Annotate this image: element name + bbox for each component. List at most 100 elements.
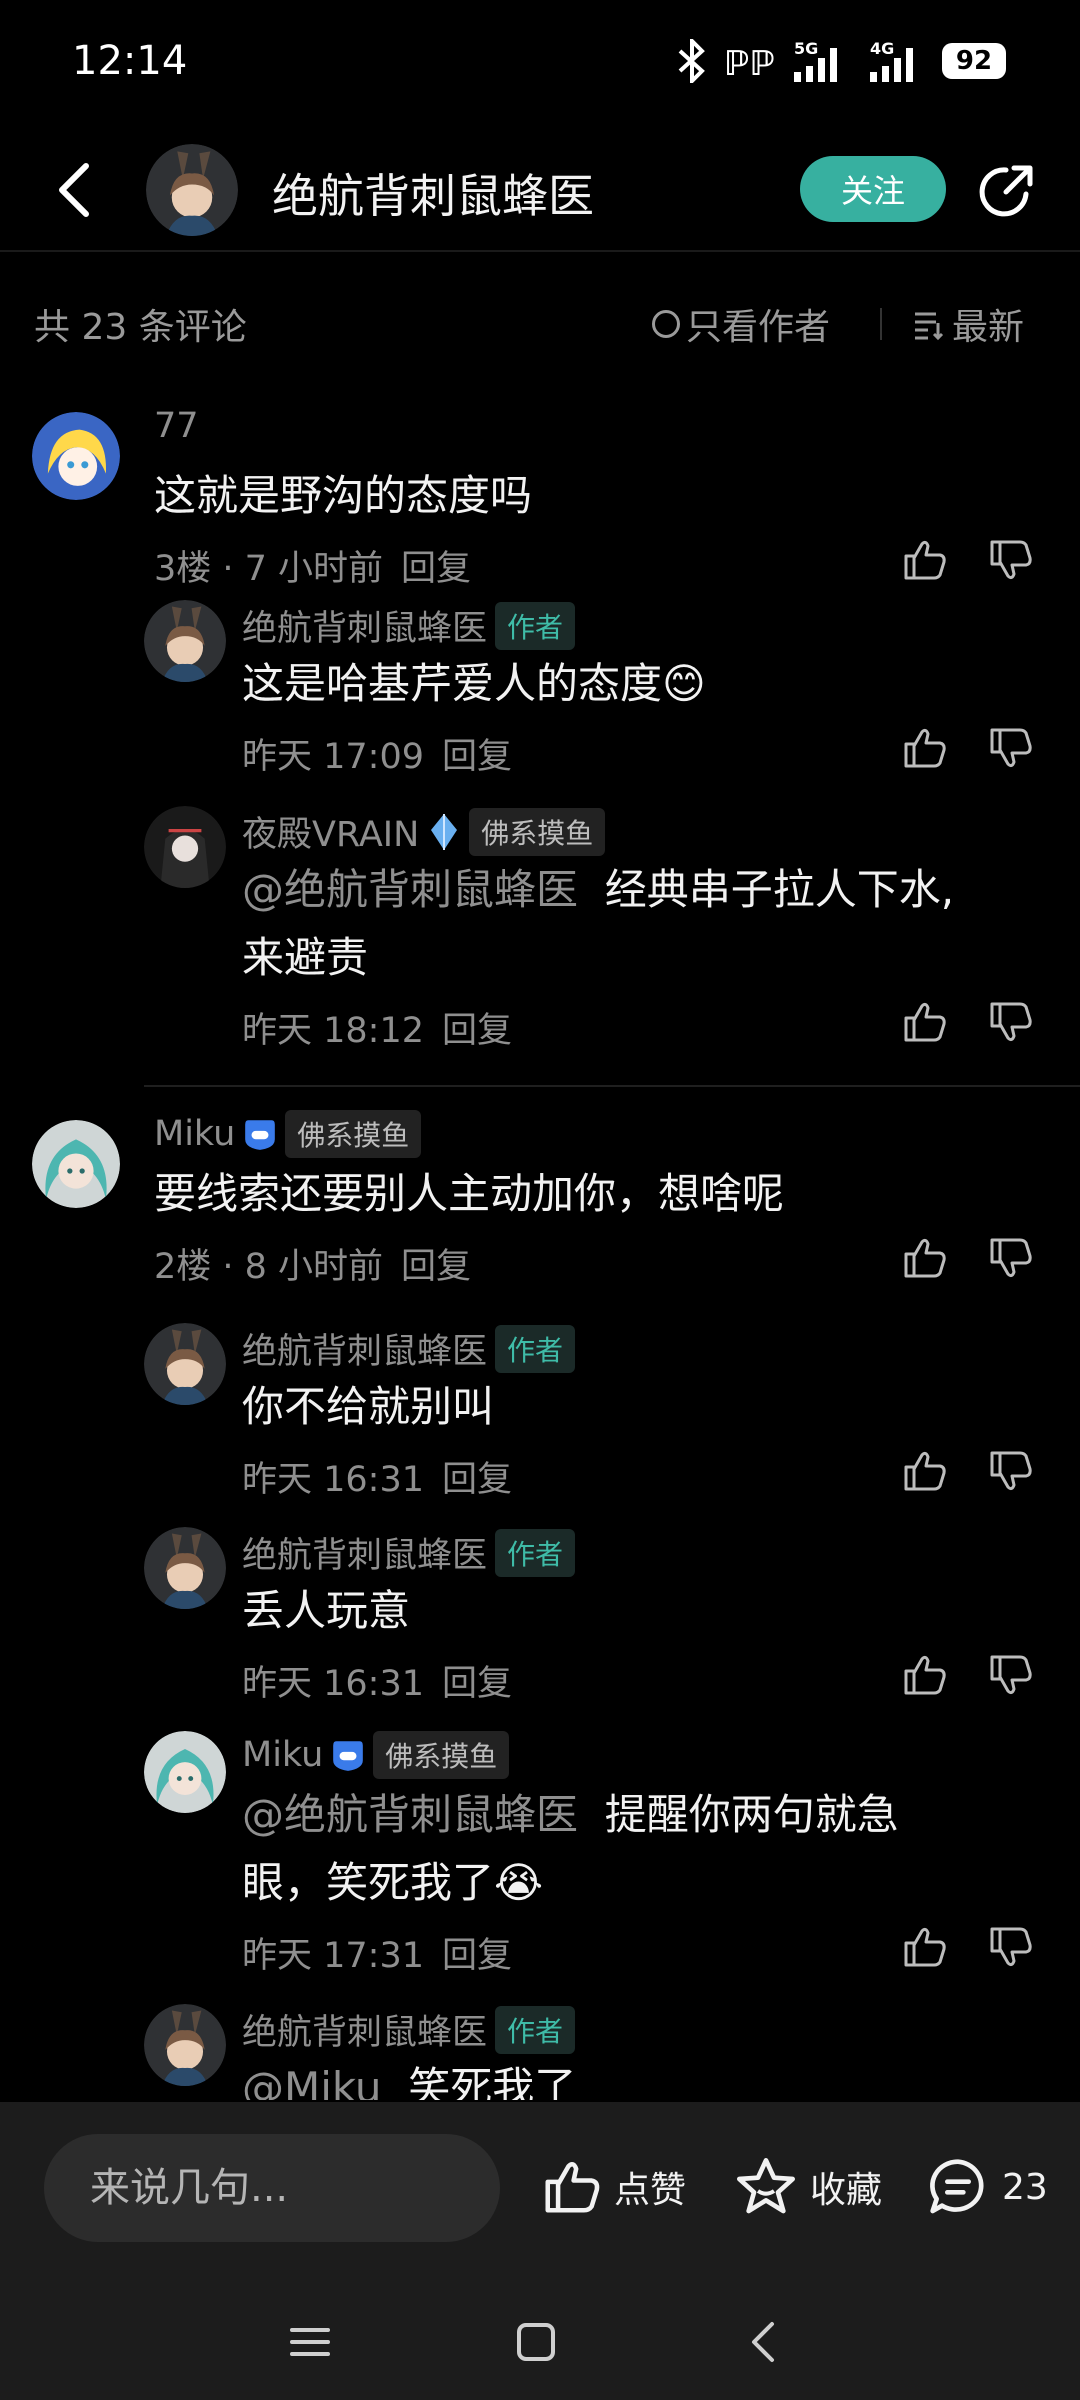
thumb-down-icon[interactable] — [986, 1651, 1034, 1699]
back-arrow-icon[interactable] — [48, 158, 104, 222]
thumb-down-icon[interactable] — [986, 1923, 1034, 1971]
avatar[interactable] — [144, 2004, 226, 2086]
post-author-name[interactable]: 绝航背刺鼠蜂医 — [272, 160, 594, 226]
thumb-down-icon[interactable] — [986, 1234, 1034, 1282]
reply-text: 这是哈基芹爱人的态度😊 — [242, 659, 706, 708]
thumb-up-icon[interactable] — [900, 998, 948, 1046]
like-label: 点赞 — [614, 2170, 687, 2211]
net2-label: 4G — [870, 39, 894, 58]
thumb-up-icon[interactable] — [900, 536, 948, 584]
reply-meta: 昨天 18:12 回复 — [242, 1002, 512, 1053]
reply-username[interactable]: 绝航背刺鼠蜂医 作者 — [242, 1323, 576, 1374]
comment-text: 要线索还要别人主动加你，想啥呢 — [154, 1169, 785, 1218]
menu-icon[interactable] — [280, 2312, 340, 2372]
thumb-up-icon[interactable] — [900, 724, 948, 772]
username-text: Miku — [154, 1114, 236, 1154]
comment-username[interactable]: Miku 佛系摸鱼 — [154, 1110, 422, 1158]
thumb-down-icon[interactable] — [986, 1447, 1034, 1495]
home-icon[interactable] — [506, 2312, 566, 2372]
author-tag: 作者 — [495, 1528, 576, 1577]
crystal-badge-icon — [431, 813, 458, 850]
bluetooth-icon — [678, 39, 705, 83]
comment-meta: 3楼 · 7 小时前 回复 — [154, 540, 471, 591]
thumb-up-icon[interactable] — [900, 1651, 948, 1699]
author-tag: 作者 — [495, 2005, 576, 2054]
comment-meta: 2楼 · 8 小时前 回复 — [154, 1238, 471, 1289]
username-text: 夜殿VRAIN — [242, 815, 420, 855]
status-bar: 12:14 ℙℙ 5G 4G 92 — [0, 0, 1080, 120]
thumb-up-icon[interactable] — [900, 1447, 948, 1495]
comment-input[interactable] — [44, 2134, 500, 2242]
hd-voice-icon: ℙℙ — [724, 44, 775, 83]
follow-button[interactable]: 关注 — [800, 156, 946, 222]
reply-button[interactable]: 回复 — [442, 1664, 512, 1704]
username-text: 绝航背刺鼠蜂医 — [242, 2013, 488, 2053]
favorite-button[interactable]: 收藏 — [734, 2152, 882, 2222]
reply-button[interactable]: 回复 — [401, 549, 471, 589]
net1-label: 5G — [794, 39, 818, 58]
mention-link[interactable]: @绝航背刺鼠蜂医 — [242, 1790, 578, 1839]
avatar[interactable] — [144, 1323, 226, 1405]
avatar[interactable] — [32, 1120, 120, 1208]
avatar[interactable] — [144, 600, 226, 682]
reply-text-line2: 来避责 — [242, 933, 369, 982]
status-icons: ℙℙ 5G 4G 92 — [674, 36, 1006, 86]
reply-text: @Miku 笑死我了 — [242, 2054, 1042, 2100]
comment-floor-time: 2楼 · 8 小时前 — [154, 1247, 384, 1287]
status-time: 12:14 — [72, 38, 188, 84]
mention-link[interactable]: @Miku — [242, 2063, 382, 2100]
battery-icon: 92 — [942, 43, 1006, 79]
author-only-toggle[interactable]: 只看作者 — [652, 298, 830, 350]
like-button[interactable]: 点赞 — [540, 2152, 686, 2222]
back-icon[interactable] — [734, 2312, 794, 2372]
reply-text-line2: 眼，笑死我了😭 — [242, 1858, 544, 1907]
username-text: 绝航背刺鼠蜂医 — [242, 1332, 488, 1372]
thumb-up-icon[interactable] — [900, 1923, 948, 1971]
avatar[interactable] — [144, 806, 226, 888]
reply-text: 丢人玩意 — [242, 1586, 411, 1635]
reply-button[interactable]: 回复 — [401, 1247, 471, 1287]
reply-time: 昨天 16:31 — [242, 1460, 424, 1500]
sort-button[interactable]: 最新 — [912, 298, 1024, 350]
radio-icon — [652, 310, 680, 338]
reply-button[interactable]: 回复 — [442, 1460, 512, 1500]
reply-text-line1: 提醒你两句就急 — [604, 1790, 899, 1839]
reply-username[interactable]: 绝航背刺鼠蜂医 作者 — [242, 2004, 576, 2055]
reply-meta: 昨天 17:31 回复 — [242, 1927, 512, 1978]
comment-text: 这就是野沟的态度吗 — [154, 471, 533, 520]
comment-divider — [144, 1085, 1080, 1087]
comment-username[interactable]: 77 — [154, 406, 199, 446]
reply-meta: 昨天 17:09 回复 — [242, 728, 512, 779]
comment-input-box[interactable] — [44, 2134, 500, 2242]
gamepad-badge-icon — [333, 1741, 364, 1771]
star-icon — [737, 2158, 795, 2214]
mention-link[interactable]: @绝航背刺鼠蜂医 — [242, 865, 578, 914]
thumb-up-icon[interactable] — [900, 1234, 948, 1282]
reply-button[interactable]: 回复 — [442, 1011, 512, 1051]
username-text: Miku — [242, 1735, 324, 1775]
reply-username[interactable]: 夜殿VRAIN 佛系摸鱼 — [242, 806, 606, 857]
reply-username[interactable]: Miku 佛系摸鱼 — [242, 1731, 510, 1779]
comment-floor-time: 3楼 · 7 小时前 — [154, 549, 384, 589]
reply-username[interactable]: 绝航背刺鼠蜂医 作者 — [242, 600, 576, 651]
thumb-down-icon[interactable] — [986, 998, 1034, 1046]
avatar[interactable] — [144, 1527, 226, 1609]
reply-username[interactable]: 绝航背刺鼠蜂医 作者 — [242, 1527, 576, 1578]
avatar[interactable] — [32, 412, 120, 500]
favorite-label: 收藏 — [810, 2170, 883, 2211]
thumb-down-icon[interactable] — [986, 724, 1034, 772]
username-text: 绝航背刺鼠蜂医 — [242, 1536, 488, 1576]
comments-button[interactable]: 23 — [926, 2152, 1048, 2222]
reply-button[interactable]: 回复 — [442, 737, 512, 777]
share-icon[interactable] — [976, 160, 1038, 222]
user-badge: 佛系摸鱼 — [469, 807, 606, 856]
reply-button[interactable]: 回复 — [442, 1936, 512, 1976]
bottom-action-bar: 点赞 收藏 23 — [0, 2102, 1080, 2282]
user-badge: 佛系摸鱼 — [285, 1110, 422, 1158]
username-text: 绝航背刺鼠蜂医 — [242, 609, 488, 649]
avatar[interactable] — [144, 1731, 226, 1813]
reply-text: @绝航背刺鼠蜂医 提醒你两句就急 眼，笑死我了😭 — [242, 1781, 1042, 1917]
thumb-down-icon[interactable] — [986, 536, 1034, 584]
reply-text: @绝航背刺鼠蜂医 经典串子拉人下水, 来避责 — [242, 856, 1042, 992]
author-avatar[interactable] — [146, 144, 238, 236]
